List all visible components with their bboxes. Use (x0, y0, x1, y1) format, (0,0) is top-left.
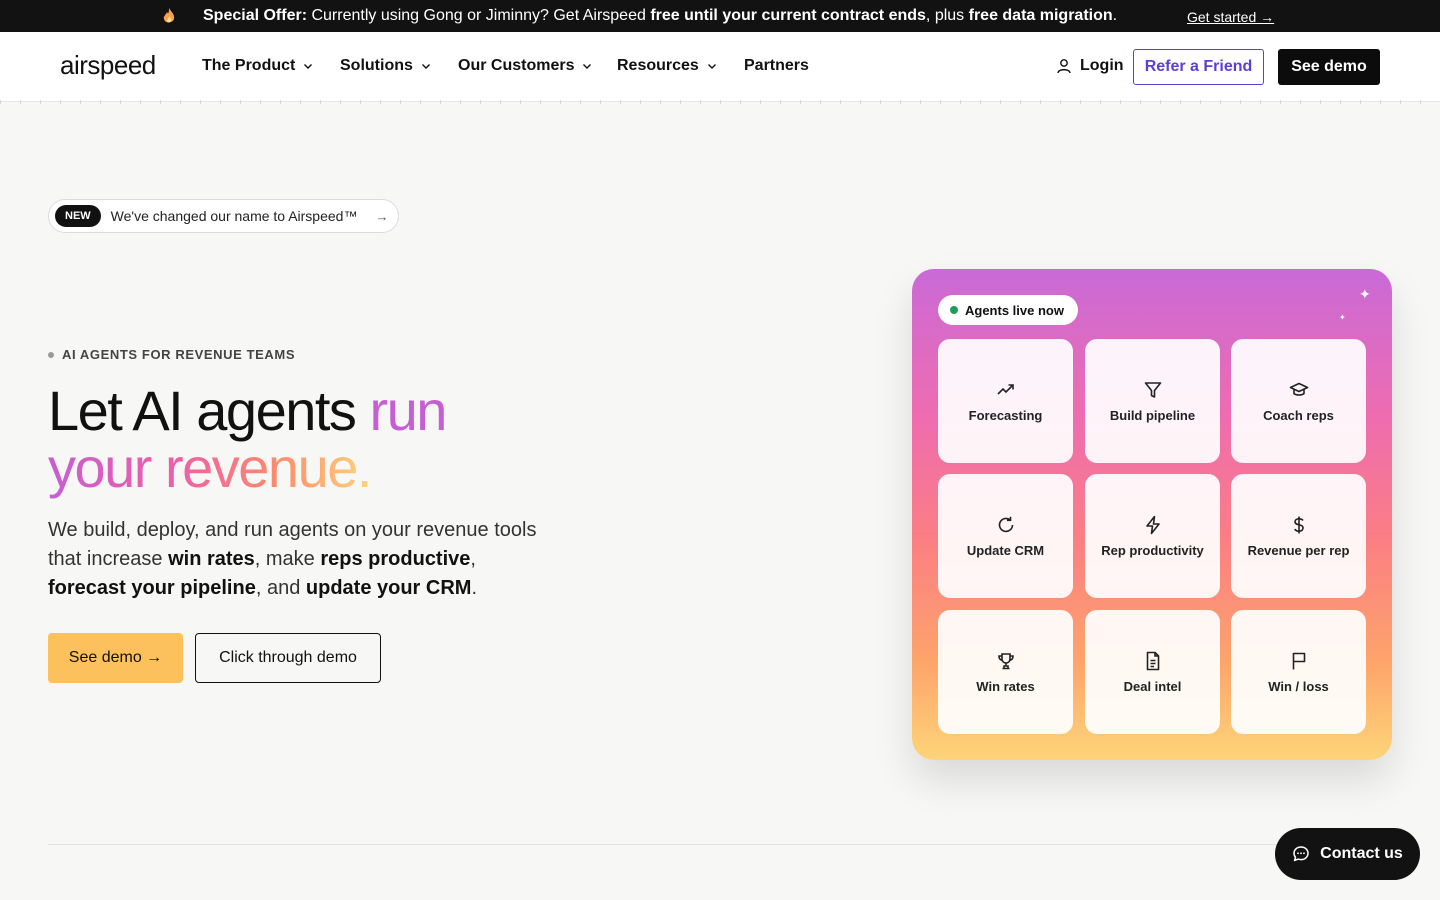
live-status-dot (950, 306, 958, 314)
nav-see-demo-button[interactable]: See demo (1278, 49, 1380, 85)
airspeed-logo[interactable]: airspeed (60, 50, 156, 81)
agent-tile-win-loss[interactable]: Win / loss (1231, 610, 1366, 734)
refer-a-friend-button[interactable]: Refer a Friend (1133, 49, 1264, 85)
sparkle-icon: ✦ (1359, 286, 1371, 302)
chevron-down-icon (421, 64, 430, 69)
chevron-down-icon (583, 64, 592, 69)
hero-title: Let AI agents run your revenue. (48, 379, 447, 499)
agent-tile-build-pipeline[interactable]: Build pipeline (1085, 339, 1220, 463)
trending-up-icon (996, 383, 1014, 395)
refresh-icon (998, 516, 1013, 532)
nav-partners[interactable]: Partners (744, 57, 809, 75)
arrow-right-icon: → (375, 208, 389, 224)
nav-solutions[interactable]: Solutions (340, 57, 431, 75)
trophy-icon (997, 652, 1014, 669)
agent-tile-rep-productivity[interactable]: Rep productivity (1085, 474, 1220, 598)
document-icon (1146, 651, 1159, 670)
agent-tile-deal-intel[interactable]: Deal intel (1085, 610, 1220, 734)
login-link[interactable]: Login (1056, 57, 1124, 75)
agent-tile-forecasting[interactable]: Forecasting (938, 339, 1073, 463)
fire-icon (163, 8, 175, 23)
agent-tile-update-crm[interactable]: Update CRM (938, 474, 1073, 598)
lightning-icon (1145, 515, 1160, 534)
promo-text: Special Offer: Currently using Gong or J… (203, 7, 1118, 24)
nav-resources[interactable]: Resources (617, 57, 717, 75)
dollar-icon (1293, 516, 1304, 533)
nav-ruler-decoration (0, 100, 1440, 104)
sparkle-icon: ✦ (1339, 313, 1346, 322)
chevron-down-icon (707, 64, 716, 69)
agents-live-badge: Agents live now (938, 295, 1078, 325)
contact-us-button[interactable]: Contact us (1275, 828, 1420, 880)
announcement-text: We've changed our name to Airspeed™ (110, 208, 358, 224)
nav-our-customers[interactable]: Our Customers (458, 57, 592, 75)
eyebrow: AI AGENTS FOR REVENUE TEAMS (48, 347, 295, 362)
user-icon (1057, 59, 1071, 74)
announcement-pill[interactable]: NEW We've changed our name to Airspeed™ … (48, 199, 399, 233)
new-badge: NEW (55, 205, 101, 227)
section-divider (48, 844, 1392, 845)
hero-subtitle: We build, deploy, and run agents on your… (48, 519, 537, 599)
flag-icon (1292, 652, 1305, 669)
chat-bubble-icon (1293, 846, 1309, 862)
chevron-down-icon (304, 64, 313, 69)
agent-tile-coach-reps[interactable]: Coach reps (1231, 339, 1366, 463)
click-through-demo-button[interactable]: Click through demo (195, 633, 381, 683)
see-demo-button[interactable]: See demo → (48, 633, 183, 683)
graduation-cap-icon (1289, 382, 1308, 396)
agent-tile-win-rates[interactable]: Win rates (938, 610, 1073, 734)
funnel-icon (1144, 381, 1161, 398)
agent-tile-revenue-per-rep[interactable]: Revenue per rep (1231, 474, 1366, 598)
announcement-bar: Special Offer: Currently using Gong or J… (0, 0, 1440, 32)
bullet-dot (48, 351, 54, 358)
get-started-link[interactable]: Get started → (1187, 9, 1274, 25)
nav-the-product[interactable]: The Product (202, 57, 313, 75)
